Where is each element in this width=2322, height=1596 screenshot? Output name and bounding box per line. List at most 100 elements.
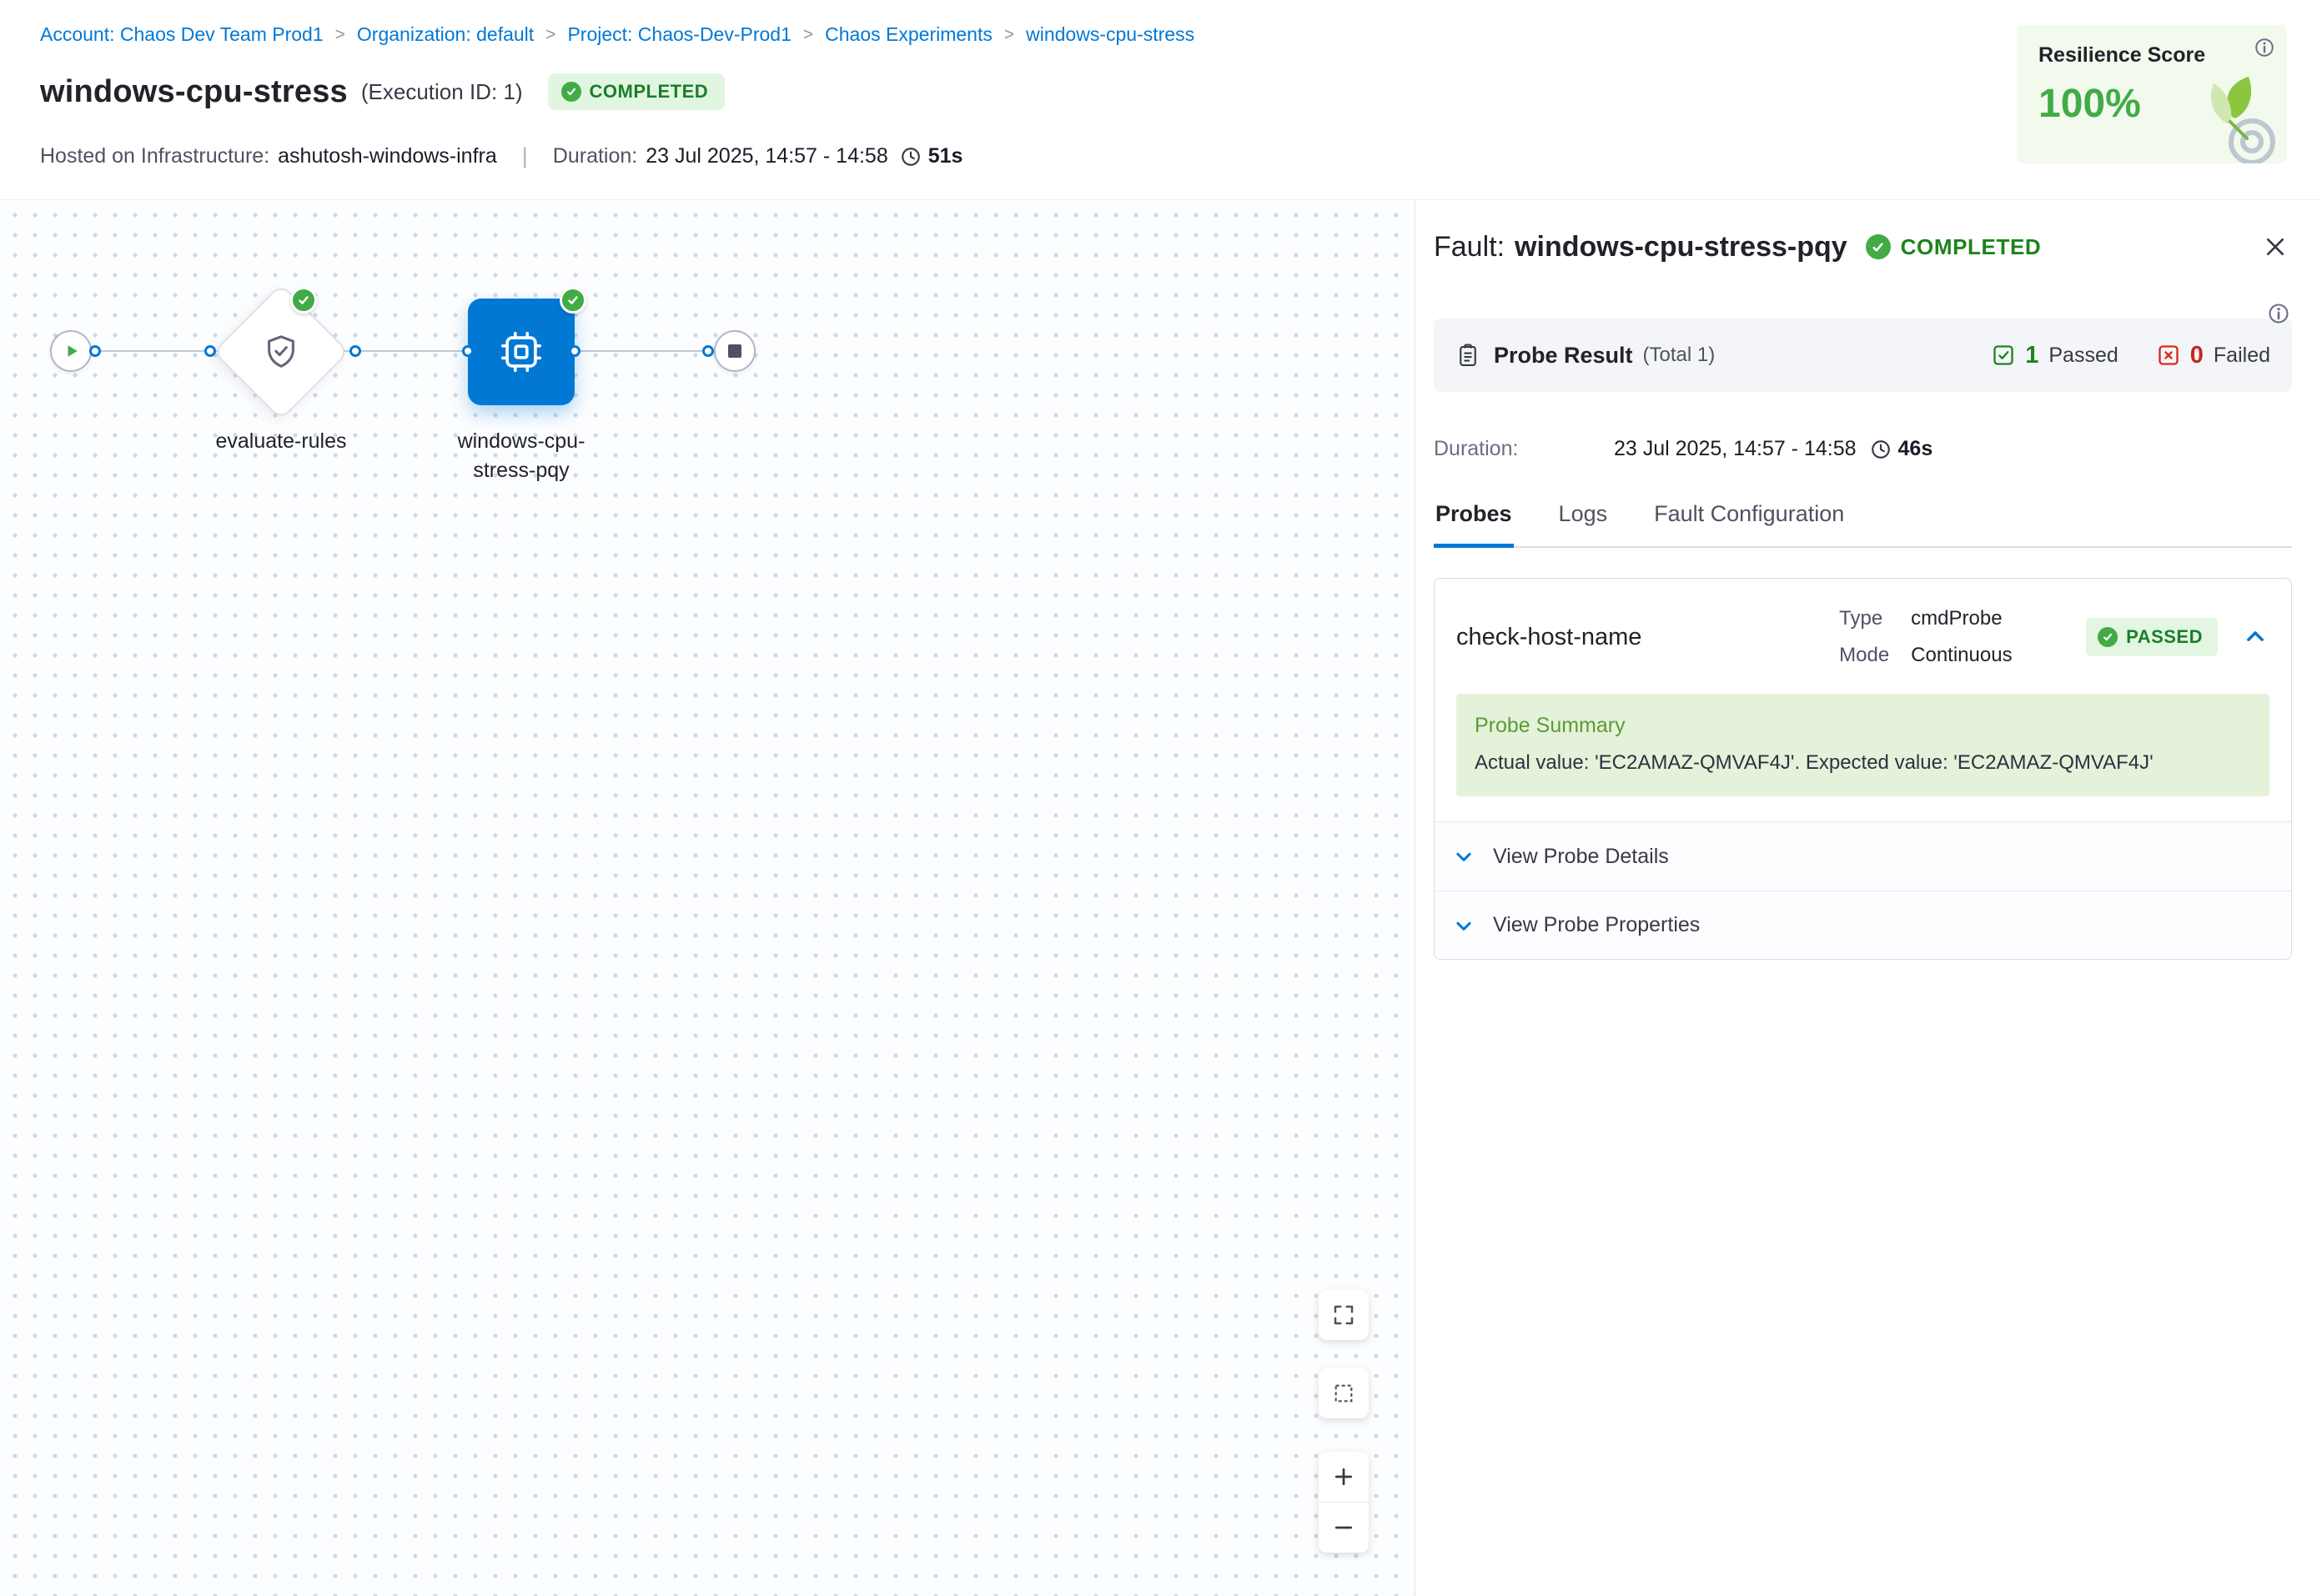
- panel-duration-time: 46s: [1898, 437, 1933, 461]
- breadcrumb-project[interactable]: Project: Chaos-Dev-Prod1: [567, 23, 791, 46]
- close-icon: [2262, 233, 2289, 260]
- passed-label: Passed: [2048, 344, 2118, 368]
- cpu-icon: [497, 328, 545, 376]
- breadcrumb-separator-icon: >: [545, 25, 555, 45]
- node-success-badge: [290, 287, 317, 314]
- tab-logs[interactable]: Logs: [1557, 501, 1610, 548]
- collapse-probe-button[interactable]: [2241, 623, 2269, 651]
- probe-result-section: Probe Result (Total 1) 1 Passed 0 Failed: [1434, 319, 2292, 392]
- probe-card-header: check-host-name Type cmdProbe Mode Conti…: [1435, 579, 2291, 692]
- duration-time: 51s: [928, 144, 963, 168]
- probe-card-rows: View Probe Details View Probe Properties: [1435, 821, 2291, 959]
- stop-icon: [728, 344, 741, 358]
- check-square-icon: [1992, 344, 2015, 367]
- pipeline-port-dot: [702, 345, 714, 357]
- resilience-score-card: Resilience Score 100%: [2017, 25, 2287, 163]
- check-circle-icon: [1866, 234, 1891, 259]
- chevron-up-icon: [2243, 625, 2268, 650]
- fault-details-panel: Fault: windows-cpu-stress-pqy COMPLETED: [1415, 200, 2322, 1596]
- failed-label: Failed: [2214, 344, 2270, 368]
- fullscreen-icon: [1331, 1302, 1356, 1327]
- duration-label: Duration:: [553, 144, 637, 168]
- page-header: Account: Chaos Dev Team Prod1 > Organiza…: [0, 0, 2322, 200]
- breadcrumb-organization[interactable]: Organization: default: [357, 23, 534, 46]
- view-probe-properties-label: View Probe Properties: [1493, 913, 1700, 937]
- hosted-value: ashutosh-windows-infra: [278, 144, 497, 168]
- probe-type-value: cmdProbe: [1911, 600, 2002, 637]
- probe-result-bar: Probe Result (Total 1) 1 Passed 0 Failed: [1434, 319, 2292, 392]
- probe-mode-label: Mode: [1839, 637, 1911, 674]
- panel-duration-row: Duration: 23 Jul 2025, 14:57 - 14:58 46s: [1434, 437, 2292, 461]
- breadcrumb-account[interactable]: Account: Chaos Dev Team Prod1: [40, 23, 324, 46]
- probe-summary-box: Probe Summary Actual value: 'EC2AMAZ-QMV…: [1456, 694, 2269, 796]
- resilience-score-label: Resilience Score: [2038, 43, 2265, 68]
- breadcrumb-chaos-experiments[interactable]: Chaos Experiments: [825, 23, 993, 46]
- pipeline-port-dot: [89, 345, 101, 357]
- view-probe-properties-row[interactable]: View Probe Properties: [1435, 891, 2291, 959]
- shield-check-icon: [262, 333, 300, 371]
- fault-status-label: COMPLETED: [1901, 234, 2042, 260]
- hosted-label: Hosted on Infrastructure:: [40, 144, 269, 168]
- pipeline-connector-line: [90, 350, 716, 352]
- pipeline-fault-node[interactable]: [468, 299, 575, 405]
- duration-value: 23 Jul 2025, 14:57 - 14:58: [646, 144, 888, 168]
- selection-box-icon: [1332, 1382, 1355, 1405]
- node-label-fault: windows-cpu-stress-pqy: [446, 427, 596, 485]
- pipeline-start-node[interactable]: [50, 330, 92, 372]
- play-icon: [60, 340, 82, 362]
- probe-status-label: PASSED: [2126, 626, 2203, 648]
- probe-summary-title: Probe Summary: [1475, 714, 2251, 738]
- chevron-down-icon: [1453, 915, 1475, 936]
- breadcrumb-separator-icon: >: [803, 25, 813, 45]
- close-panel-button[interactable]: [2259, 230, 2292, 263]
- panel-duration-value: 23 Jul 2025, 14:57 - 14:58: [1614, 437, 1857, 461]
- fullscreen-button[interactable]: [1319, 1290, 1369, 1340]
- execution-id: (Execution ID: 1): [361, 79, 523, 105]
- clock-icon: [1870, 439, 1892, 460]
- breadcrumb-separator-icon: >: [1004, 25, 1014, 45]
- probe-name: check-host-name: [1456, 624, 1839, 651]
- view-probe-details-row[interactable]: View Probe Details: [1435, 822, 2291, 891]
- plus-icon: [1331, 1464, 1356, 1489]
- probe-type-mode: Type cmdProbe Mode Continuous: [1839, 600, 2086, 674]
- pipeline-port-dot: [462, 345, 474, 357]
- x-square-icon: [2157, 344, 2180, 367]
- info-icon[interactable]: [2254, 37, 2275, 58]
- pipeline-stop-node[interactable]: [714, 330, 756, 372]
- status-badge: COMPLETED: [548, 73, 726, 110]
- resilience-graphic: [2177, 75, 2284, 163]
- passed-count: 1: [2025, 342, 2038, 369]
- meta-row: Hosted on Infrastructure: ashutosh-windo…: [40, 143, 962, 169]
- breadcrumb-current[interactable]: windows-cpu-stress: [1026, 23, 1194, 46]
- chevron-down-icon: [1453, 846, 1475, 867]
- pipeline-canvas[interactable]: evaluate-rules windows-cpu-stress-pqy: [0, 200, 1415, 1596]
- meta-divider: |: [522, 143, 528, 169]
- fault-label: Fault:: [1434, 231, 1505, 263]
- tab-probes[interactable]: Probes: [1434, 501, 1514, 548]
- panel-duration-label: Duration:: [1434, 437, 1614, 461]
- status-badge-label: COMPLETED: [590, 81, 709, 103]
- minus-icon: [1331, 1515, 1356, 1540]
- view-probe-details-label: View Probe Details: [1493, 845, 1669, 869]
- probe-result-counts: 1 Passed 0 Failed: [1992, 342, 2270, 369]
- probe-mode-value: Continuous: [1911, 637, 2012, 674]
- zoom-in-button[interactable]: [1319, 1452, 1369, 1503]
- clipboard-icon: [1455, 343, 1480, 368]
- tab-fault-configuration[interactable]: Fault Configuration: [1652, 501, 1846, 548]
- fault-header: Fault: windows-cpu-stress-pqy COMPLETED: [1434, 230, 2292, 263]
- probe-result-title: Probe Result: [1494, 343, 1633, 369]
- probe-status-badge: PASSED: [2086, 618, 2218, 656]
- pipeline-port-dot: [204, 345, 216, 357]
- probe-type-label: Type: [1839, 600, 1911, 637]
- clock-icon: [900, 146, 922, 168]
- info-icon[interactable]: [2267, 302, 2290, 325]
- check-circle-icon: [561, 82, 581, 102]
- probe-summary-text: Actual value: 'EC2AMAZ-QMVAF4J'. Expecte…: [1475, 751, 2251, 775]
- fault-name: windows-cpu-stress-pqy: [1515, 231, 1847, 263]
- zoom-controls: [1319, 1452, 1369, 1553]
- breadcrumb-separator-icon: >: [335, 25, 345, 45]
- pipeline-evaluate-rules-node[interactable]: [233, 304, 329, 400]
- app-root: Account: Chaos Dev Team Prod1 > Organiza…: [0, 0, 2322, 1596]
- selection-box-button[interactable]: [1319, 1368, 1369, 1418]
- zoom-out-button[interactable]: [1319, 1503, 1369, 1553]
